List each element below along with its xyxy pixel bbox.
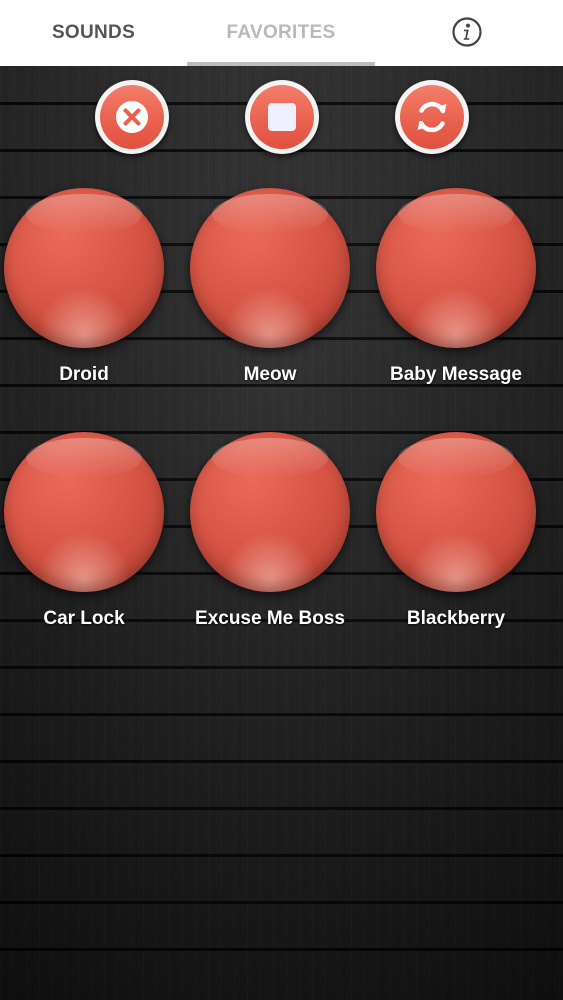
sound-ball[interactable] <box>376 188 536 348</box>
sound-button-droid[interactable]: Droid <box>0 188 177 418</box>
sound-button-meow[interactable]: Meow <box>177 188 363 418</box>
sound-ball[interactable] <box>4 432 164 592</box>
sound-label: Car Lock <box>43 608 125 629</box>
sound-ball[interactable] <box>4 188 164 348</box>
cancel-button[interactable] <box>95 80 169 154</box>
sound-ball[interactable] <box>376 432 536 592</box>
stop-button[interactable] <box>245 80 319 154</box>
sound-button-baby-message[interactable]: Baby Message <box>363 188 549 418</box>
close-icon <box>116 101 148 133</box>
sound-ball[interactable] <box>190 188 350 348</box>
sound-label: Meow <box>243 364 297 385</box>
sound-button-blackberry[interactable]: Blackberry <box>363 432 549 662</box>
sound-ball[interactable] <box>190 432 350 592</box>
sound-label: Baby Message <box>389 364 522 385</box>
stop-icon <box>268 103 296 131</box>
sound-button-car-lock[interactable]: Car Lock <box>0 432 177 662</box>
sound-button-excuse-me-boss[interactable]: Excuse Me Boss <box>177 432 363 662</box>
sound-label: Droid <box>59 364 109 385</box>
sound-label: Blackberry <box>406 608 506 629</box>
repeat-button[interactable] <box>395 80 469 154</box>
tab-sounds[interactable]: SOUNDS <box>0 0 187 66</box>
tab-favorites[interactable]: FAVORITES <box>187 0 375 66</box>
sound-label: Excuse Me Boss <box>195 608 345 629</box>
info-icon[interactable] <box>452 17 482 47</box>
repeat-icon <box>417 101 447 133</box>
tab-bar: SOUNDS FAVORITES <box>0 0 563 66</box>
